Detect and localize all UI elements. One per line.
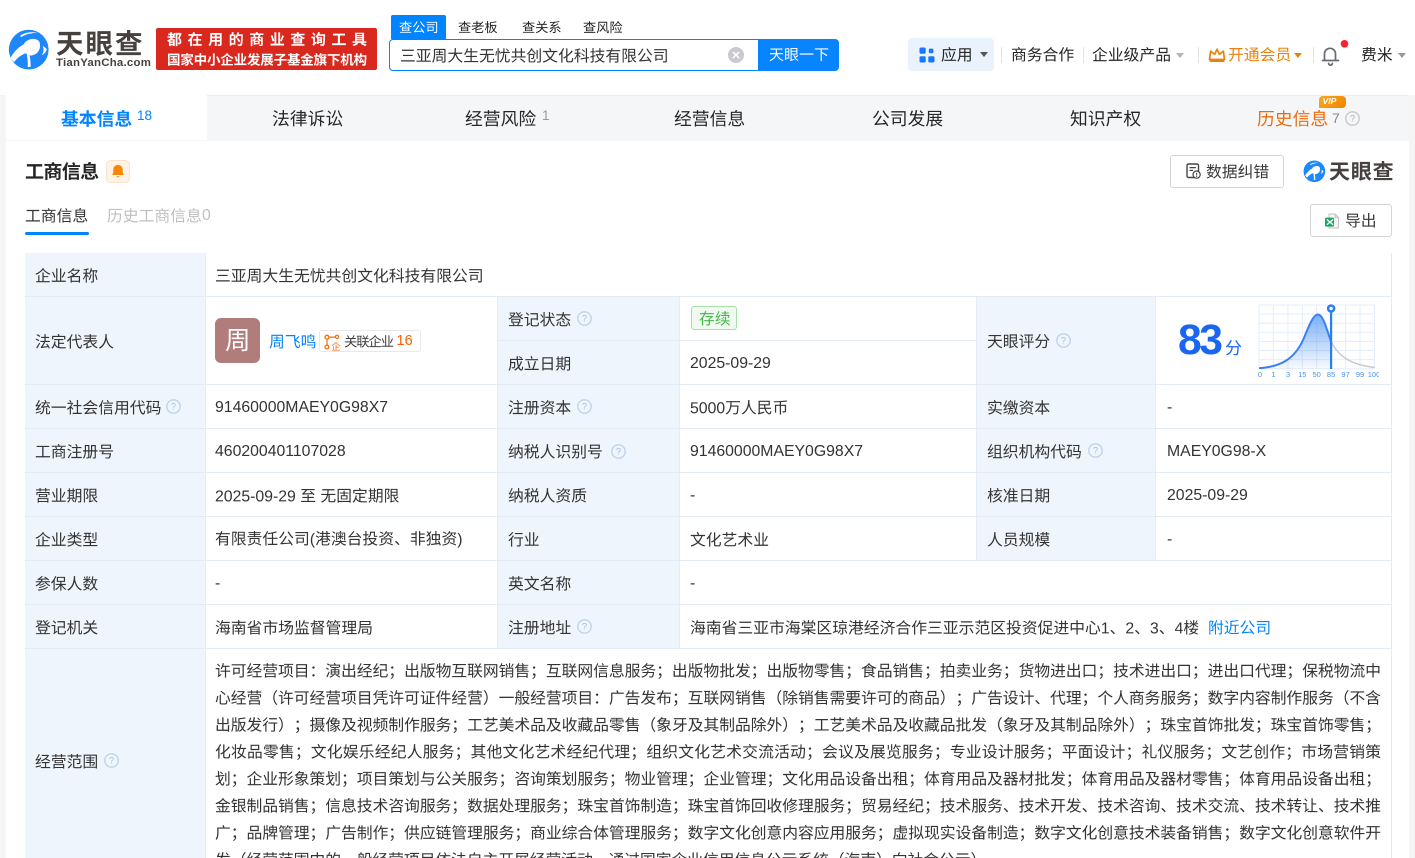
svg-text:15: 15 bbox=[1298, 370, 1306, 379]
svg-text:1: 1 bbox=[1271, 370, 1275, 379]
svg-text:3: 3 bbox=[1286, 370, 1290, 379]
svg-text:99: 99 bbox=[1356, 370, 1364, 379]
svg-text:50: 50 bbox=[1313, 370, 1321, 379]
svg-text:?: ? bbox=[170, 402, 175, 412]
svg-text:?: ? bbox=[582, 314, 587, 324]
svg-text:?: ? bbox=[1061, 336, 1066, 346]
svg-text:100: 100 bbox=[1368, 370, 1379, 379]
svg-text:?: ? bbox=[582, 622, 587, 632]
svg-text:?: ? bbox=[582, 402, 587, 412]
svg-text:97: 97 bbox=[1341, 370, 1349, 379]
svg-text:85: 85 bbox=[1327, 370, 1335, 379]
svg-text:?: ? bbox=[1350, 113, 1355, 123]
svg-text:?: ? bbox=[615, 447, 620, 457]
svg-text:0: 0 bbox=[1258, 370, 1262, 379]
svg-text:?: ? bbox=[108, 756, 113, 766]
svg-text:?: ? bbox=[1093, 446, 1098, 456]
